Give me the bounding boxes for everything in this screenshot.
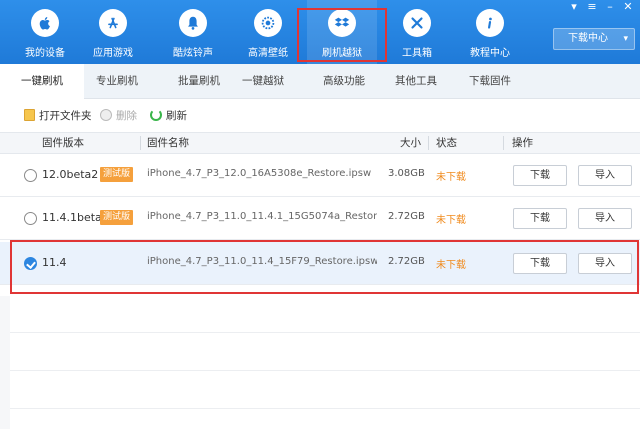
header-size: 大小: [400, 137, 421, 149]
open-folder-label: 打开文件夹: [39, 109, 92, 122]
nav-item-ringtones[interactable]: 酷炫铃声: [158, 0, 228, 64]
nav-label: 酷炫铃声: [173, 48, 213, 59]
download-center-button[interactable]: 下载中心 ▾: [553, 28, 635, 50]
highlight-box-row: [10, 240, 639, 294]
column-divider: [503, 136, 504, 150]
download-button[interactable]: 下载: [513, 208, 567, 229]
table-row[interactable]: 12.0beta2 测试版 iPhone_4.7_P3_12.0_16A5308…: [0, 154, 640, 197]
tab-advanced[interactable]: 高级功能: [313, 64, 375, 99]
row-status: 未下载: [436, 215, 466, 226]
row-firmware-name: iPhone_4.7_P3_11.0_11.4.1_15G5074a_Resto…: [147, 211, 377, 222]
import-button[interactable]: 导入: [578, 165, 632, 186]
chevron-down-icon: ▾: [623, 34, 628, 44]
app-store-icon: [99, 9, 127, 37]
download-center-label: 下载中心: [568, 33, 608, 44]
empty-row: [10, 334, 640, 371]
nav-item-tutorials[interactable]: 教程中心: [455, 0, 525, 64]
table-row[interactable]: 11.4.1beta4 测试版 iPhone_4.7_P3_11.0_11.4.…: [0, 197, 640, 240]
skin-icon[interactable]: ▾: [568, 1, 580, 13]
nav-item-wallpapers[interactable]: 高清壁纸: [233, 0, 303, 64]
nav-item-apps[interactable]: 应用游戏: [78, 0, 148, 64]
tab-one-click-flash[interactable]: 一键刷机: [0, 64, 84, 100]
delete-button[interactable]: 删除: [100, 107, 137, 123]
apple-icon: [31, 9, 59, 37]
empty-row: [10, 372, 640, 409]
flower-icon: [254, 9, 282, 37]
nav-label: 高清壁纸: [248, 48, 288, 59]
column-divider: [140, 136, 141, 150]
toolbar: 打开文件夹 删除 刷新: [0, 100, 640, 130]
row-version: 12.0beta2: [42, 168, 99, 181]
nav-label: 教程中心: [470, 48, 510, 59]
row-size: 3.08GB: [388, 168, 425, 179]
refresh-button[interactable]: 刷新: [150, 107, 187, 123]
beta-badge: 测试版: [100, 210, 134, 225]
menu-icon[interactable]: ≡: [586, 1, 598, 13]
refresh-label: 刷新: [166, 109, 187, 122]
folder-icon: [24, 109, 35, 121]
download-button[interactable]: 下载: [513, 165, 567, 186]
column-divider: [428, 136, 429, 150]
header-status: 状态: [436, 137, 457, 149]
open-folder-button[interactable]: 打开文件夹: [24, 107, 92, 123]
import-button[interactable]: 导入: [578, 208, 632, 229]
table-header: 固件版本 固件名称 大小 状态 操作: [0, 132, 640, 154]
tab-other-tools[interactable]: 其他工具: [385, 64, 447, 99]
tab-batch-flash[interactable]: 批量刷机: [168, 64, 230, 99]
header-name: 固件名称: [147, 137, 189, 149]
window-controls: ▾ ≡ – ✕: [568, 1, 634, 13]
empty-row: [10, 296, 640, 333]
delete-label: 删除: [116, 109, 137, 122]
bell-icon: [179, 9, 207, 37]
highlight-box-nav: [297, 8, 387, 62]
info-icon: [476, 9, 504, 37]
row-status: 未下载: [436, 172, 466, 183]
tools-icon: [403, 9, 431, 37]
row-firmware-name: iPhone_4.7_P3_12.0_16A5308e_Restore.ipsw: [147, 168, 372, 179]
nav-item-my-device[interactable]: 我的设备: [10, 0, 80, 64]
row-radio[interactable]: [24, 169, 37, 182]
header-version: 固件版本: [42, 137, 84, 149]
minimize-icon[interactable]: –: [604, 1, 616, 13]
close-icon[interactable]: ✕: [622, 1, 634, 13]
tab-pro-flash[interactable]: 专业刷机: [86, 64, 148, 99]
tab-one-click-jailbreak[interactable]: 一键越狱: [232, 64, 294, 99]
beta-badge: 测试版: [100, 167, 134, 182]
nav-label: 应用游戏: [93, 48, 133, 59]
row-radio[interactable]: [24, 212, 37, 225]
row-version: 11.4.1beta4: [42, 211, 109, 224]
nav-label: 工具箱: [402, 48, 432, 59]
sub-tabs: 一键刷机 专业刷机 批量刷机 一键越狱 高级功能 其他工具 下载固件: [0, 64, 640, 100]
nav-label: 我的设备: [25, 48, 65, 59]
tab-download-firmware[interactable]: 下载固件: [459, 64, 521, 99]
header-action: 操作: [512, 137, 533, 149]
nav-item-toolbox[interactable]: 工具箱: [382, 0, 452, 64]
refresh-icon: [150, 109, 162, 121]
left-gutter: [0, 296, 10, 429]
row-size: 2.72GB: [388, 211, 425, 222]
delete-icon: [100, 109, 112, 121]
